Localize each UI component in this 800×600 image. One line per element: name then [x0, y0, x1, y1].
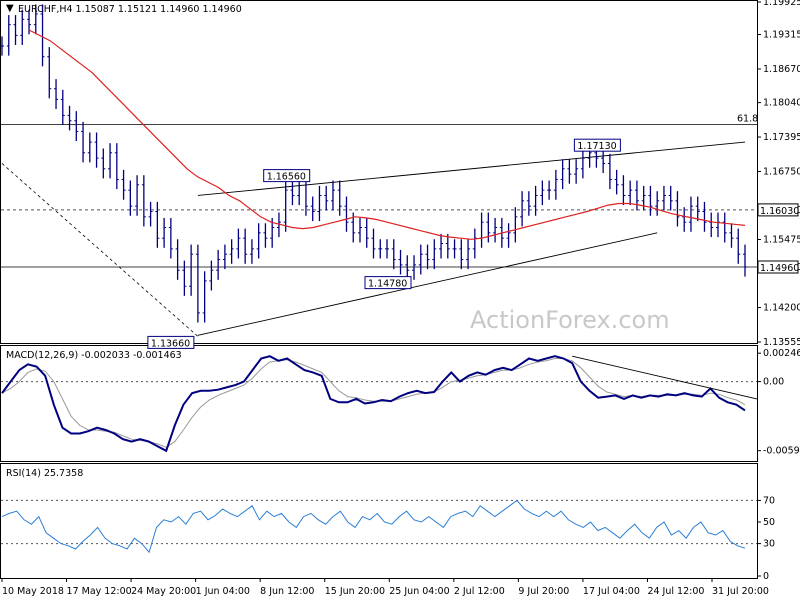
price-ytick-label: 1.19925 — [763, 0, 800, 8]
annotation-label: 1.14780 — [368, 279, 407, 290]
dropdown-triangle-icon[interactable]: ▼ — [6, 3, 14, 14]
macd-trendline — [572, 355, 758, 400]
main-title: EURCHF,H4 1.15087 1.15121 1.14960 1.1496… — [18, 4, 242, 15]
dashed-trendline — [1, 163, 199, 337]
x-tick-label: 24 Jul 12:00 — [647, 586, 704, 597]
axes: 1.19925 1.19315 1.18670 1.18040 1.17395 1.167… — [1, 0, 800, 597]
macd-ytick-label: 0.00 — [763, 377, 784, 388]
price-ytick-label: 1.15475 — [763, 235, 800, 246]
macd-title: MACD(12,26,9) -0.002033 -0.001463 — [6, 350, 182, 361]
hidden — [83, 163, 198, 339]
forex-chart: 1.13660 1.16560 1.14780 1.17130 61.8 1.19925… — [0, 0, 800, 597]
rsi-panel-frame — [0, 463, 758, 579]
price-ytick-label: 1.16750 — [763, 166, 800, 177]
macd-ytick-label: -0.005992 — [763, 446, 800, 457]
price-plot: 1.13660 1.16560 1.14780 1.17130 61.8 — [0, 4, 758, 349]
annotation-label: 1.13660 — [151, 338, 190, 349]
x-tick-label: 17 Jul 04:00 — [583, 586, 640, 597]
rsi-ytick-label: 50 — [763, 517, 775, 528]
rsi-title: RSI(14) 25.7358 — [6, 468, 83, 479]
x-tick-label: 2 Jul 12:00 — [454, 586, 505, 597]
rsi-ytick-label: 30 — [763, 539, 775, 550]
annotation-label: 1.16560 — [267, 172, 306, 183]
x-tick-label: 1 Jun 04:00 — [196, 586, 250, 597]
fib-label: 61.8 — [737, 113, 758, 124]
upper-trendline — [197, 141, 746, 196]
x-tick-label: 24 May 20:00 — [131, 586, 196, 597]
annotation-label: 1.17130 — [577, 141, 616, 152]
rsi-line — [1, 499, 746, 554]
price-ytick-label: 1.19315 — [763, 30, 800, 41]
moving-average-line — [28, 29, 746, 240]
rsi-ytick-label: 0 — [763, 571, 769, 582]
rsi-plot — [1, 499, 757, 554]
price-ytick-label: 1.17395 — [763, 132, 800, 143]
price-ytick-label: 1.13555 — [763, 337, 800, 348]
price-ytick-label: 1.18040 — [763, 98, 800, 109]
price-panel-frame — [0, 0, 758, 344]
x-tick-label: 25 Jun 04:00 — [389, 586, 449, 597]
current-price-label: 1.14960 — [760, 263, 799, 274]
watermark: ActionForex.com — [470, 306, 670, 334]
macd-plot — [1, 355, 758, 453]
x-tick-label: 10 May 2018 — [2, 586, 64, 597]
level-price-label: 1.16030 — [760, 206, 799, 217]
macd-ytick-label: 0.002463 — [763, 348, 800, 359]
rsi-ytick-label: 70 — [763, 495, 775, 506]
x-tick-label: 9 Jul 20:00 — [518, 586, 569, 597]
price-ytick-label: 1.18670 — [763, 64, 800, 75]
macd-panel-frame — [0, 345, 758, 462]
x-tick-label: 31 Jul 20:00 — [712, 586, 769, 597]
price-ytick-label: 1.14200 — [763, 303, 800, 314]
x-tick-label: 8 Jun 12:00 — [260, 586, 314, 597]
x-tick-label: 17 May 12:00 — [67, 586, 132, 597]
x-tick-label: 15 Jun 20:00 — [325, 586, 385, 597]
